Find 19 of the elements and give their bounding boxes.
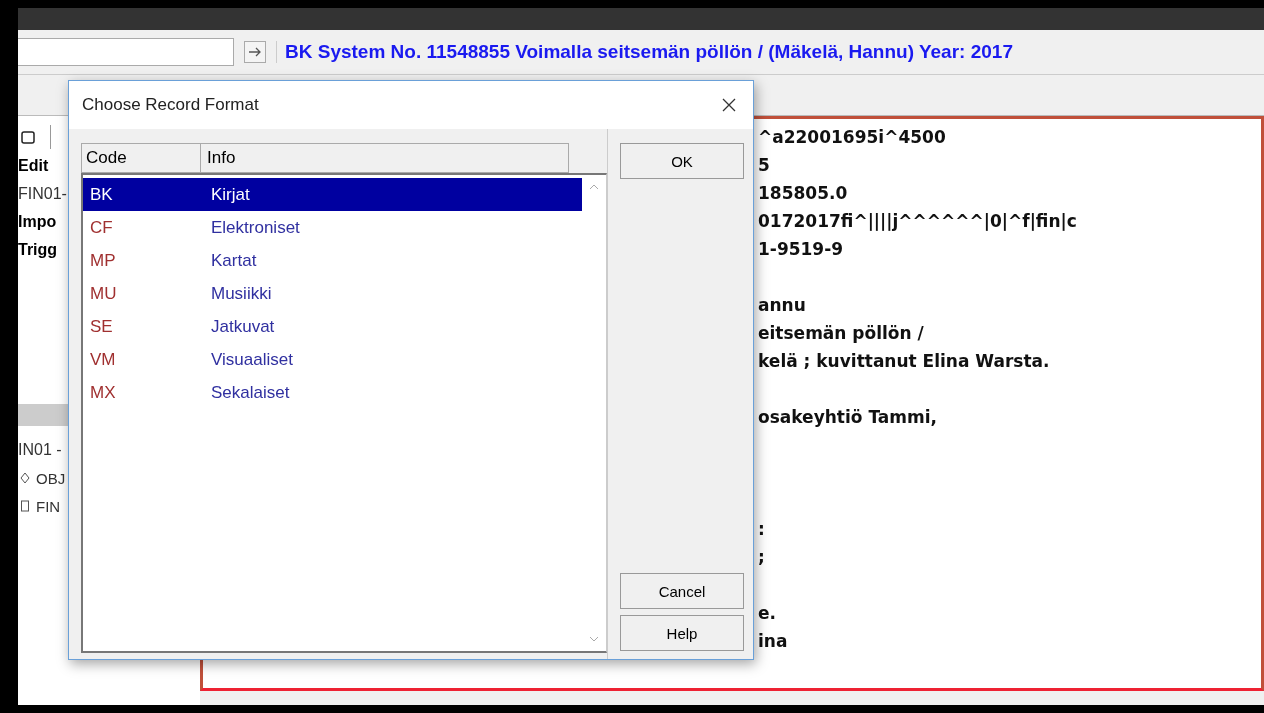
record-line: ^a22001695i^4500 [758,126,947,149]
record-line: eitsemän pöllön / [758,322,925,345]
dialog-title: Choose Record Format [82,95,259,115]
panel-label: Impo [18,212,57,232]
panel-label: Edit [18,156,49,176]
panel-label: Trigg [18,240,58,260]
record-line: 5 [758,154,771,177]
record-line: annu [758,294,807,317]
record-line: 185805.0 [758,182,849,205]
panel-label: FIN01- [18,184,67,204]
record-line: e. [758,602,777,625]
record-line: kelä ; kuvittanut Elina Warsta. [758,350,1051,373]
record-line: ina [758,630,789,653]
record-line: osakeyhtiö Tammi, [758,406,938,429]
record-line: 1-9519-9 [758,238,845,261]
record-title: BK System No. 11548855 Voimalla seitsemän pöllön / (Mäkelä, Hannu) Year: 2017 [276,41,1013,63]
record-line: 0172017fi^||||j^^^^^^|0|^f|fin|c [758,210,1078,233]
record-line: : [758,518,766,541]
record-line: ; [758,546,766,569]
